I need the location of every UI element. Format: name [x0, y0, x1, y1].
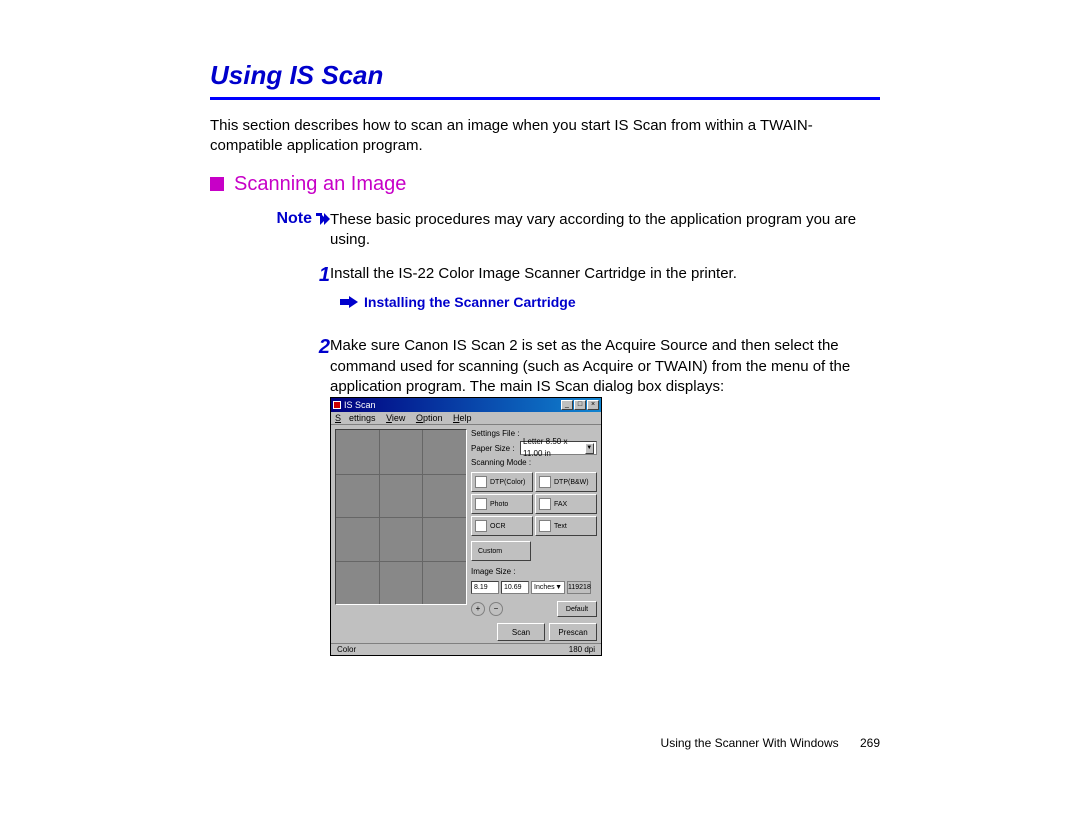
content-table: Note These basic procedures may vary acc…	[210, 210, 880, 657]
note-text: These basic procedures may vary accordin…	[330, 210, 880, 265]
menu-view[interactable]: View	[386, 413, 405, 423]
mode-text[interactable]: Text	[535, 516, 597, 536]
is-scan-dialog: IS Scan _ □ × Settings View Option Help	[330, 397, 602, 656]
page-title: Using IS Scan	[210, 60, 880, 91]
mode-dtp-bw[interactable]: DTP(B&W)	[535, 472, 597, 492]
menu-bar: Settings View Option Help	[331, 412, 601, 425]
image-size-label: Image Size :	[471, 567, 597, 576]
step-1-number: 1	[319, 264, 330, 286]
intro-paragraph: This section describes how to scan an im…	[210, 116, 880, 157]
title-rule	[210, 97, 880, 100]
image-width-field[interactable]: 8.19	[471, 581, 499, 594]
units-combo[interactable]: Inches▼	[531, 581, 565, 594]
minimize-button[interactable]: _	[561, 400, 573, 410]
mode-photo[interactable]: Photo	[471, 494, 533, 514]
step-1-text: Install the IS-22 Color Image Scanner Ca…	[330, 264, 880, 284]
cross-reference-link[interactable]: Installing the Scanner Cartridge	[340, 294, 880, 310]
image-height-field[interactable]: 10.69	[501, 581, 529, 594]
ratio-display: 119218	[567, 581, 591, 594]
link-text: Installing the Scanner Cartridge	[364, 294, 576, 310]
page-number: 269	[860, 736, 880, 750]
scan-button[interactable]: Scan	[497, 623, 545, 641]
step-2-text: Make sure Canon IS Scan 2 is set as the …	[330, 336, 880, 397]
status-color: Color	[337, 645, 356, 654]
note-arrow-icon	[316, 213, 330, 225]
preview-area[interactable]	[335, 429, 467, 605]
page-footer: Using the Scanner With Windows 269	[661, 736, 880, 750]
subheading: Scanning an Image	[234, 173, 406, 196]
dialog-titlebar: IS Scan _ □ ×	[331, 398, 601, 412]
step-2-number: 2	[319, 336, 330, 358]
menu-help[interactable]: Help	[453, 413, 472, 423]
prescan-button[interactable]: Prescan	[549, 623, 597, 641]
mode-ocr[interactable]: OCR	[471, 516, 533, 536]
mode-fax[interactable]: FAX	[535, 494, 597, 514]
maximize-button[interactable]: □	[574, 400, 586, 410]
note-label: Note	[276, 210, 330, 228]
status-dpi: 180 dpi	[569, 645, 595, 654]
zoom-out-icon[interactable]: −	[489, 602, 503, 616]
footer-chapter: Using the Scanner With Windows	[661, 736, 839, 750]
scanning-mode-label: Scanning Mode :	[471, 458, 597, 467]
document-page: Using IS Scan This section describes how…	[0, 0, 1080, 834]
mode-custom[interactable]: Custom	[471, 541, 531, 561]
menu-option[interactable]: Option	[416, 413, 443, 423]
link-arrow-icon	[340, 296, 358, 308]
subheading-row: Scanning an Image	[210, 173, 880, 196]
status-bar: Color 180 dpi	[331, 643, 601, 655]
menu-settings[interactable]: Settings	[335, 413, 376, 423]
bullet-square-icon	[210, 177, 224, 191]
mode-dtp-color[interactable]: DTP(Color)	[471, 472, 533, 492]
zoom-in-icon[interactable]: +	[471, 602, 485, 616]
close-button[interactable]: ×	[587, 400, 599, 410]
paper-size-label: Paper Size :	[471, 444, 517, 453]
app-icon	[333, 401, 341, 409]
default-button[interactable]: Default	[557, 601, 597, 617]
paper-size-combo[interactable]: Letter 8.50 x 11.00 in▼	[520, 441, 597, 455]
dialog-title: IS Scan	[344, 400, 376, 410]
